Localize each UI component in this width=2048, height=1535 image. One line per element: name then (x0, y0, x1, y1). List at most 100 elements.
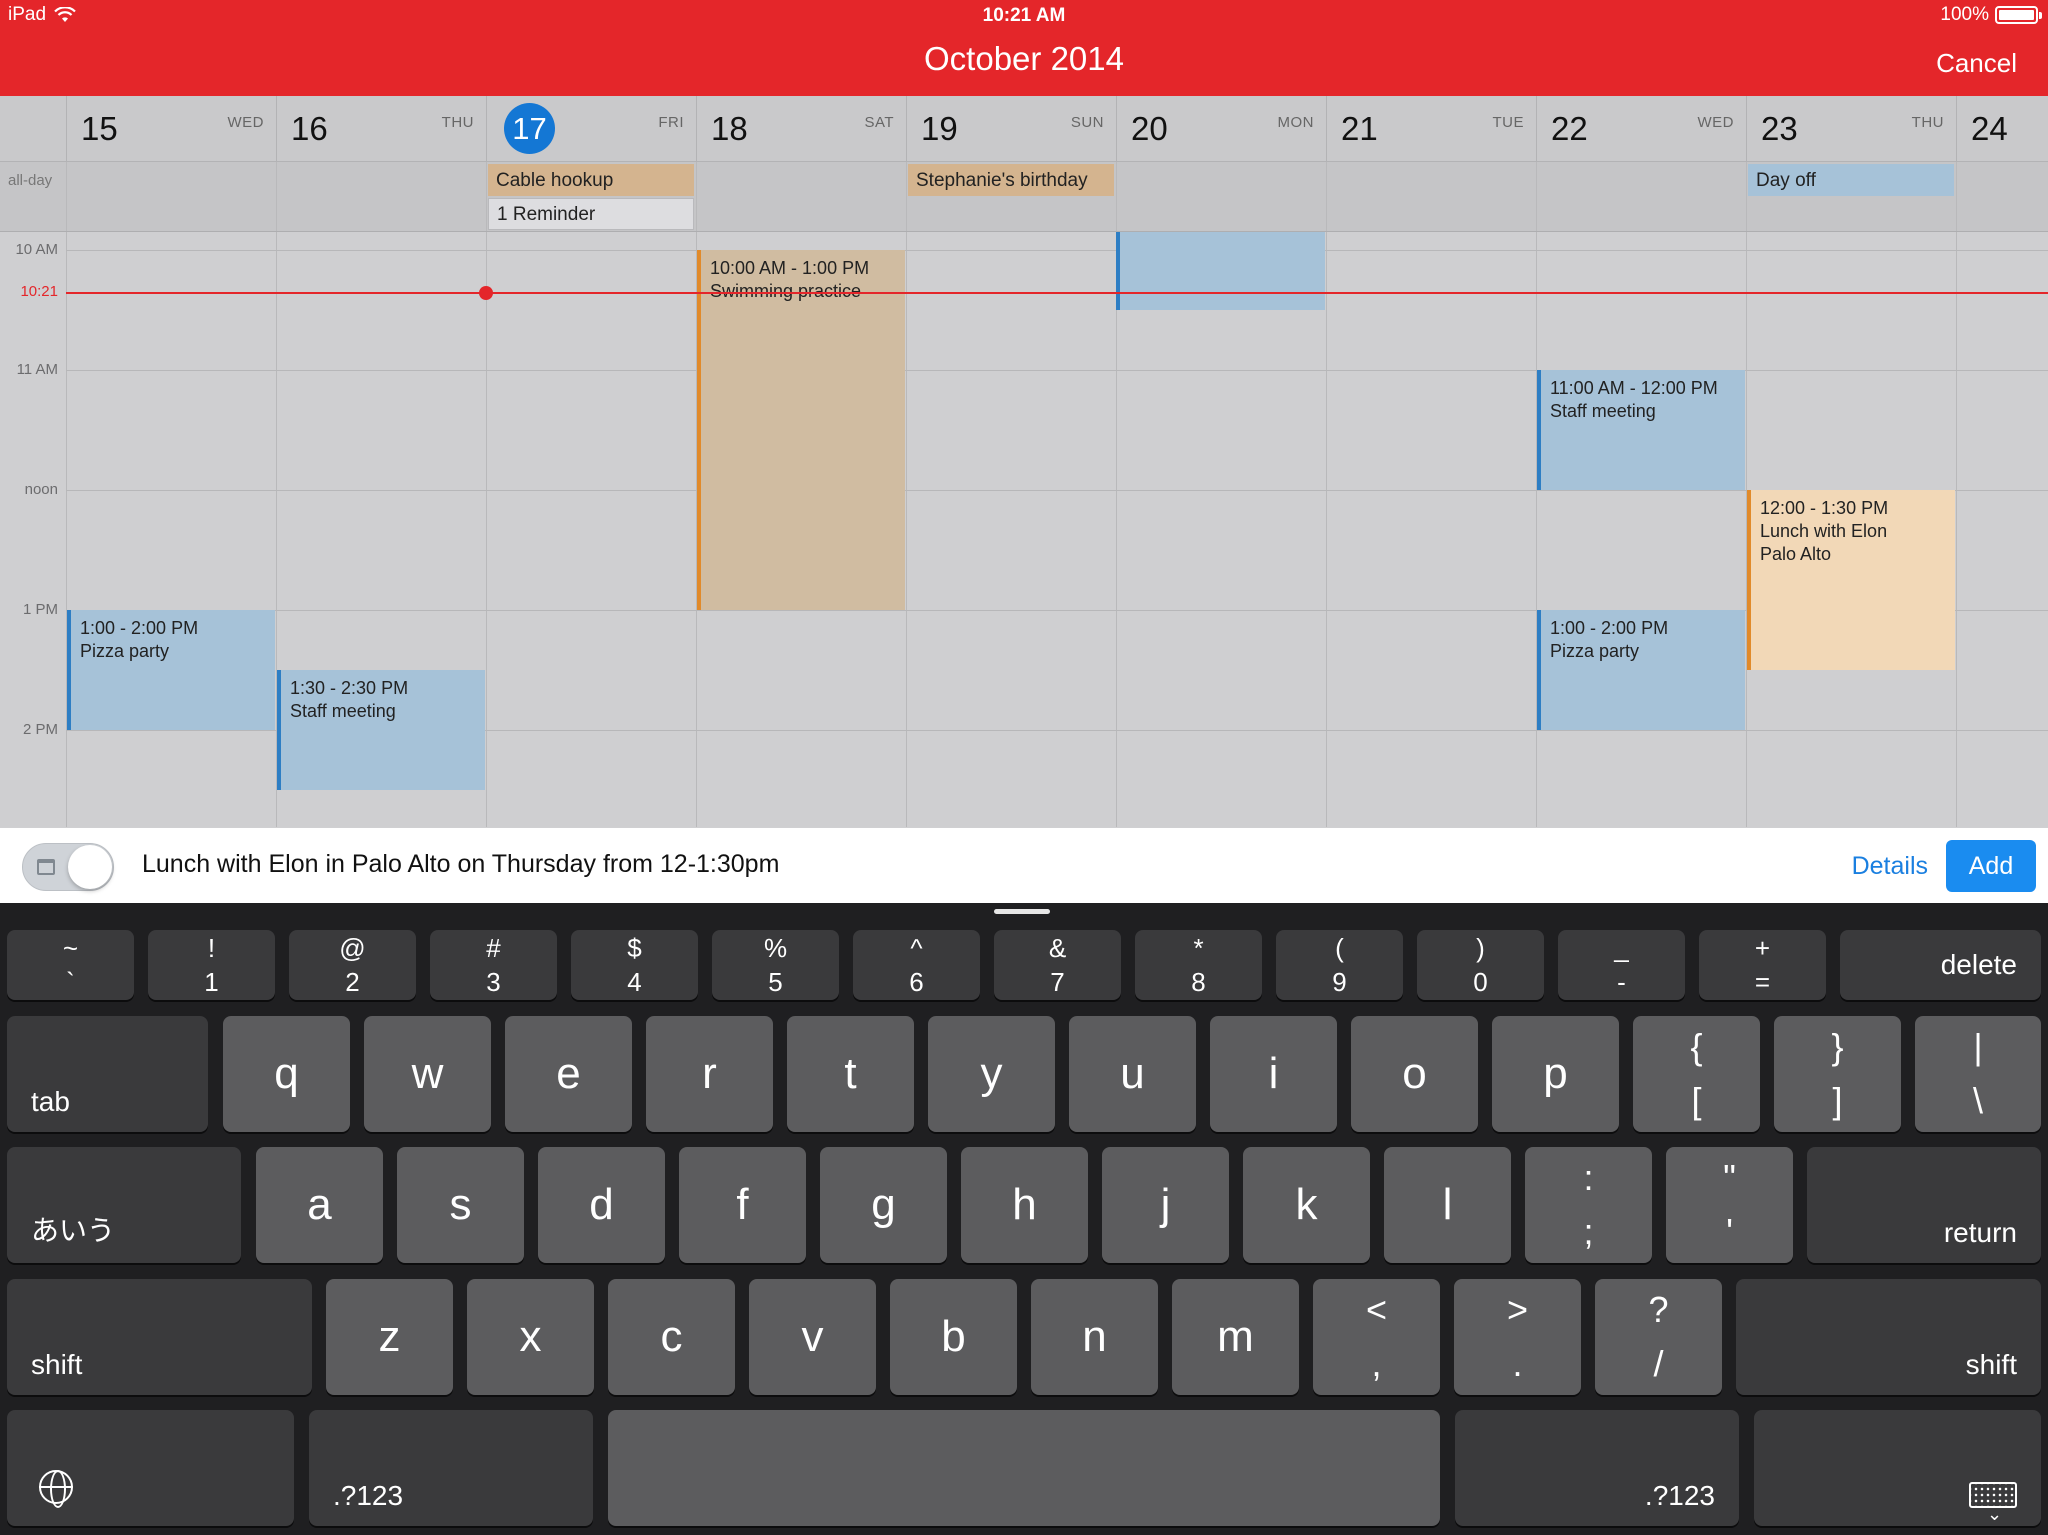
time-grid[interactable]: 10 AM 11 AM noon 1 PM 2 PM 10:00 AM - 1:… (0, 232, 2048, 827)
day-number: 19 (921, 110, 958, 147)
key-2[interactable]: @ 2 (289, 930, 416, 1000)
key-minus[interactable]: _ - (1558, 930, 1685, 1000)
key-slash[interactable]: ? / (1595, 1279, 1722, 1395)
key-3[interactable]: # 3 (430, 930, 557, 1000)
key-0[interactable]: ) 0 (1417, 930, 1544, 1000)
dismiss-keyboard-key[interactable] (1754, 1410, 2041, 1526)
key-m[interactable]: m (1172, 1279, 1299, 1395)
reminder-chip[interactable]: 1 Reminder (488, 198, 694, 230)
day-header-18[interactable]: 18 SAT (696, 96, 906, 162)
key-g[interactable]: g (820, 1147, 947, 1263)
event-swimming-practice[interactable]: 10:00 AM - 1:00 PM Swimming practice (697, 250, 905, 610)
tab-key[interactable]: tab (7, 1016, 208, 1132)
key-q[interactable]: q (223, 1016, 350, 1132)
shift-left-key[interactable]: shift (7, 1279, 312, 1395)
key-k[interactable]: k (1243, 1147, 1370, 1263)
status-right: 100% (1940, 4, 2042, 26)
key-c[interactable]: c (608, 1279, 735, 1395)
key-period[interactable]: > . (1454, 1279, 1581, 1395)
day-name: THU (441, 114, 474, 131)
event-block-monday[interactable] (1116, 232, 1325, 310)
on-screen-keyboard: ~ ` ! 1 @ 2 # 3 $ 4 % 5 ^ 6 & 7 * 8 (9 … (0, 903, 2048, 1535)
day-header-17[interactable]: 17 FRI (486, 96, 696, 162)
event-staff-meeting-22[interactable]: 11:00 AM - 12:00 PM Staff meeting (1537, 370, 1745, 490)
key-4[interactable]: $ 4 (571, 930, 698, 1000)
key-bracket-right[interactable]: } ] (1774, 1016, 1901, 1132)
quick-add-input[interactable]: Lunch with Elon in Palo Alto on Thursday… (142, 850, 779, 879)
day-name: WED (1697, 114, 1734, 131)
key-6[interactable]: ^ 6 (853, 930, 980, 1000)
key-s[interactable]: s (397, 1147, 524, 1263)
key-a[interactable]: a (256, 1147, 383, 1263)
key-r[interactable]: r (646, 1016, 773, 1132)
key-n[interactable]: n (1031, 1279, 1158, 1395)
key-comma[interactable]: < , (1313, 1279, 1440, 1395)
key-t[interactable]: t (787, 1016, 914, 1132)
space-key[interactable] (608, 1410, 1440, 1526)
key-o[interactable]: o (1351, 1016, 1478, 1132)
day-name: WED (227, 114, 264, 131)
key-bracket-left[interactable]: { [ (1633, 1016, 1760, 1132)
day-header-23[interactable]: 23 THU (1746, 96, 1956, 162)
key-8[interactable]: * 8 (1135, 930, 1262, 1000)
key-h[interactable]: h (961, 1147, 1088, 1263)
event-pizza-party-15[interactable]: 1:00 - 2:00 PM Pizza party (67, 610, 275, 730)
day-header-24[interactable]: 24 (1956, 96, 2048, 162)
key-i[interactable]: i (1210, 1016, 1337, 1132)
keyboard-grabber[interactable] (994, 909, 1050, 914)
key-y[interactable]: y (928, 1016, 1055, 1132)
calendar-toggle[interactable] (22, 843, 114, 891)
current-time-label: 10:21 (20, 283, 58, 300)
day-header-19[interactable]: 19 SUN (906, 96, 1116, 162)
key-9[interactable]: ( 9 (1276, 930, 1403, 1000)
all-day-event-day-off[interactable]: Day off (1748, 164, 1954, 196)
key-j[interactable]: j (1102, 1147, 1229, 1263)
add-button[interactable]: Add (1946, 840, 2036, 892)
day-header-16[interactable]: 16 THU (276, 96, 486, 162)
key-5[interactable]: % 5 (712, 930, 839, 1000)
day-header-22[interactable]: 22 WED (1536, 96, 1746, 162)
key-f[interactable]: f (679, 1147, 806, 1263)
quick-add-bar: Lunch with Elon in Palo Alto on Thursday… (0, 827, 2048, 903)
key-7[interactable]: & 7 (994, 930, 1121, 1000)
key-v[interactable]: v (749, 1279, 876, 1395)
all-day-event-cable-hookup[interactable]: Cable hookup (488, 164, 694, 196)
event-lunch-with-elon[interactable]: 12:00 - 1:30 PM Lunch with Elon Palo Alt… (1747, 490, 1955, 670)
day-header-20[interactable]: 20 MON (1116, 96, 1326, 162)
cancel-button[interactable]: Cancel (1936, 48, 2017, 79)
key-backslash[interactable]: | \ (1915, 1016, 2041, 1132)
globe-key[interactable] (7, 1410, 294, 1526)
kana-key[interactable]: あいう (7, 1147, 241, 1263)
delete-key[interactable]: delete (1840, 930, 2041, 1000)
shift-right-key[interactable]: shift (1736, 1279, 2041, 1395)
key-e[interactable]: e (505, 1016, 632, 1132)
event-staff-meeting-16[interactable]: 1:30 - 2:30 PM Staff meeting (277, 670, 485, 790)
day-name: MON (1277, 114, 1314, 131)
day-header-21[interactable]: 21 TUE (1326, 96, 1536, 162)
calendar-icon (37, 859, 55, 875)
numbers-left-key[interactable]: .?123 (309, 1410, 593, 1526)
key-semicolon[interactable]: : ; (1525, 1147, 1652, 1263)
details-button[interactable]: Details (1852, 852, 1928, 881)
event-pizza-party-22[interactable]: 1:00 - 2:00 PM Pizza party (1537, 610, 1745, 730)
day-name: SAT (864, 114, 894, 131)
event-location: Palo Alto (1760, 544, 1832, 564)
day-header-15[interactable]: 15 WED (66, 96, 276, 162)
key-quote[interactable]: " ' (1666, 1147, 1793, 1263)
numbers-right-key[interactable]: .?123 (1455, 1410, 1739, 1526)
key-equals[interactable]: + = (1699, 930, 1826, 1000)
key-w[interactable]: w (364, 1016, 491, 1132)
key-p[interactable]: p (1492, 1016, 1619, 1132)
key-x[interactable]: x (467, 1279, 594, 1395)
key-d[interactable]: d (538, 1147, 665, 1263)
key-l[interactable]: l (1384, 1147, 1511, 1263)
return-key[interactable]: return (1807, 1147, 2041, 1263)
hour-label-1pm: 1 PM (22, 601, 58, 618)
all-day-event-birthday[interactable]: Stephanie's birthday (908, 164, 1114, 196)
key-backtick[interactable]: ~ ` (7, 930, 134, 1000)
key-1[interactable]: ! 1 (148, 930, 275, 1000)
globe-icon (39, 1470, 73, 1508)
key-u[interactable]: u (1069, 1016, 1196, 1132)
key-b[interactable]: b (890, 1279, 1017, 1395)
key-z[interactable]: z (326, 1279, 453, 1395)
